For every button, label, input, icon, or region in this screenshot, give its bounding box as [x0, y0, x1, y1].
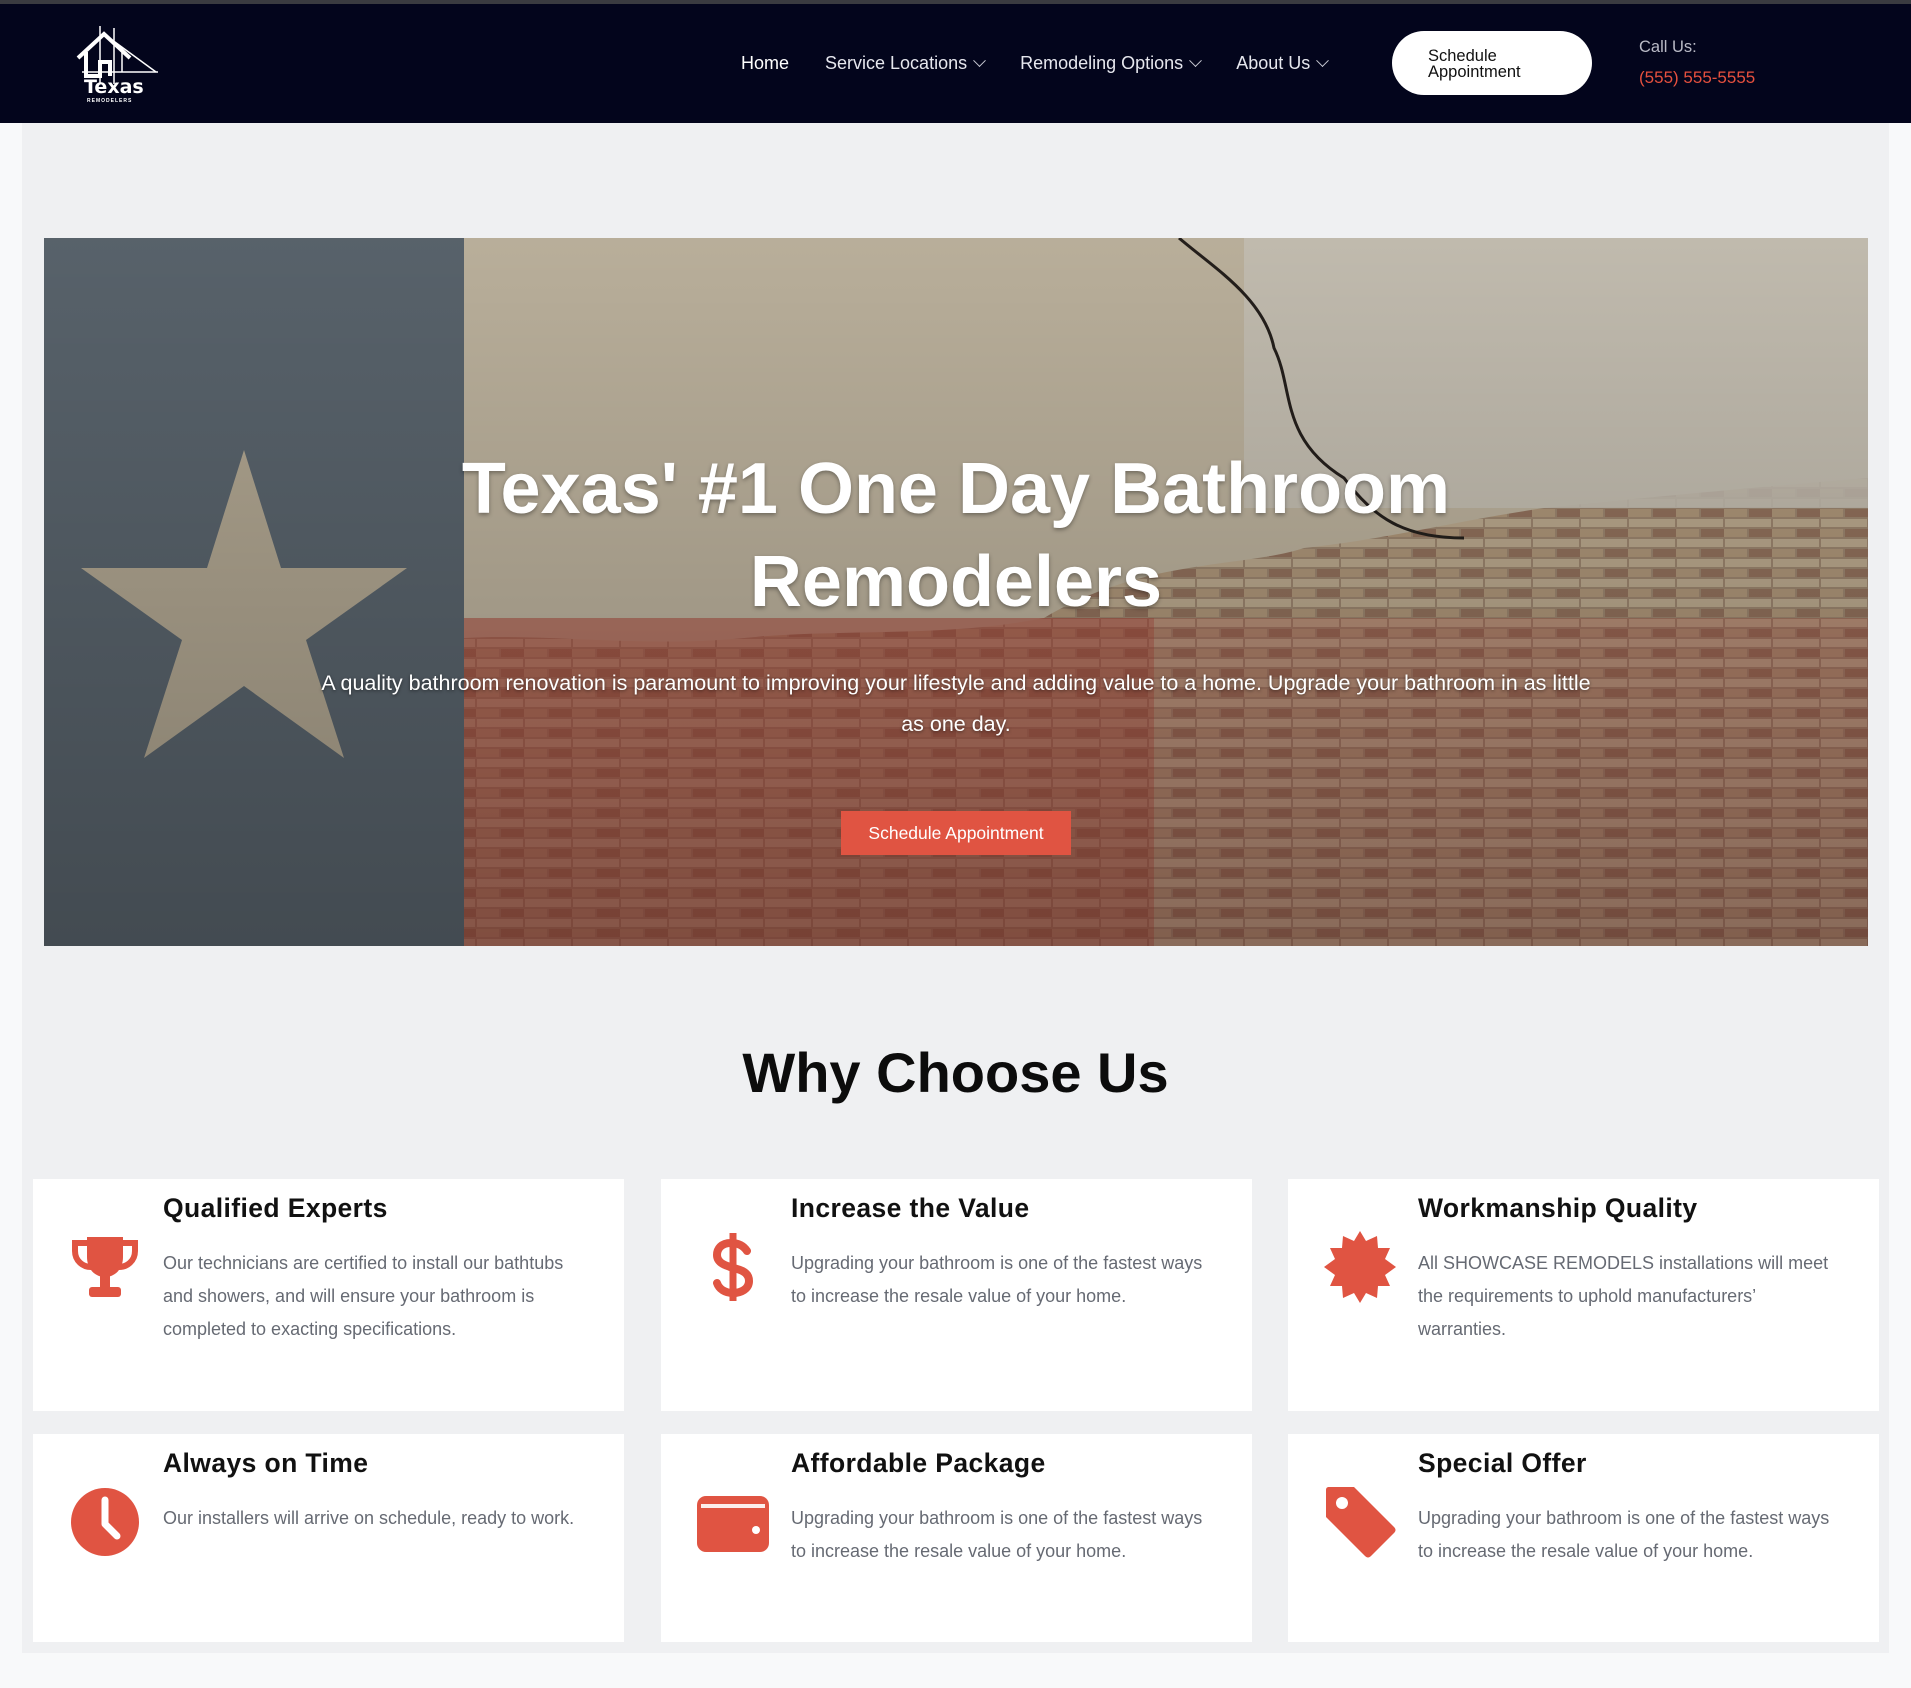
wallet-icon — [697, 1496, 769, 1552]
feature-text: All SHOWCASE REMODELS installations will… — [1418, 1253, 1829, 1339]
feature-title: Increase the Value — [791, 1193, 1030, 1223]
certificate-icon — [1324, 1231, 1396, 1303]
nav-service-locations[interactable]: Service Locations — [825, 53, 986, 74]
hero-banner: Texas' #1 One Day Bathroom Remodelers A … — [44, 238, 1868, 946]
tag-icon — [1326, 1487, 1396, 1558]
feature-card-workmanship-quality: Workmanship Quality All SHOWCASE REMODEL… — [1288, 1179, 1879, 1411]
hero-title-line2: Remodelers — [749, 542, 1163, 622]
feature-text: Our technicians are certified to install… — [163, 1253, 564, 1339]
feature-text: Our installers will arrive on schedule, … — [163, 1508, 575, 1528]
feature-title: Workmanship Quality — [1418, 1193, 1698, 1223]
dollar-icon — [712, 1233, 754, 1301]
hero-schedule-button[interactable]: Schedule Appointment — [841, 811, 1071, 855]
feature-title: Always on Time — [163, 1448, 369, 1478]
header-schedule-line1: Schedule — [1428, 47, 1497, 65]
nav-service-locations-label: Service Locations — [825, 53, 968, 73]
feature-card-increase-value: Increase the Value Upgrading your bathro… — [661, 1179, 1252, 1411]
nav-about-us-label: About Us — [1236, 53, 1311, 73]
feature-card-qualified-experts: Qualified Experts Our technicians are ce… — [33, 1179, 624, 1411]
nav-remodeling-options[interactable]: Remodeling Options — [1020, 53, 1203, 74]
feature-card-special-offer: Special Offer Upgrading your bathroom is… — [1288, 1434, 1879, 1642]
site-logo[interactable]: Texas REMODELERS — [74, 22, 164, 110]
trophy-icon — [72, 1237, 138, 1297]
nav-home[interactable]: Home — [741, 53, 789, 74]
main-nav: Home Service Locations Remodeling Option… — [741, 4, 1330, 123]
logo-subtext: REMODELERS — [87, 98, 133, 104]
logo-text: Texas — [84, 76, 144, 98]
nav-remodeling-options-label: Remodeling Options — [1020, 53, 1184, 73]
chevron-down-icon — [1316, 54, 1330, 68]
phone-link[interactable]: (555) 555-5555 — [1639, 68, 1755, 88]
hero-title: Texas' #1 One Day Bathroom Remodelers — [44, 443, 1868, 629]
feature-title: Qualified Experts — [163, 1193, 388, 1223]
feature-text: Upgrading your bathroom is one of the fa… — [1418, 1508, 1830, 1561]
feature-text: Upgrading your bathroom is one of the fa… — [791, 1253, 1203, 1306]
chevron-down-icon — [973, 54, 986, 68]
nav-about-us[interactable]: About Us — [1236, 53, 1330, 74]
feature-card-always-on-time: Always on Time Our installers will arriv… — [33, 1434, 624, 1642]
hero-title-line1: Texas' #1 One Day Bathroom — [461, 449, 1451, 529]
chevron-down-icon — [1189, 54, 1203, 68]
header-schedule-line2: Appointment — [1428, 63, 1521, 81]
header-schedule-button[interactable]: Schedule Appointment — [1392, 31, 1592, 95]
site-header: Texas REMODELERS Home Service Locations … — [0, 4, 1911, 123]
nav-home-label: Home — [741, 53, 790, 73]
feature-title: Affordable Package — [791, 1448, 1046, 1478]
hero-subtitle: A quality bathroom renovation is paramou… — [321, 671, 1591, 736]
feature-text: Upgrading your bathroom is one of the fa… — [791, 1508, 1203, 1561]
why-choose-us-heading: Why Choose Us — [742, 1041, 1169, 1104]
feature-card-affordable-package: Affordable Package Upgrading your bathro… — [661, 1434, 1252, 1642]
feature-title: Special Offer — [1418, 1448, 1587, 1478]
call-label: Call Us: — [1639, 38, 1697, 56]
clock-icon — [71, 1488, 139, 1556]
call-us: Call Us: (555) 555-5555 — [1639, 38, 1755, 88]
